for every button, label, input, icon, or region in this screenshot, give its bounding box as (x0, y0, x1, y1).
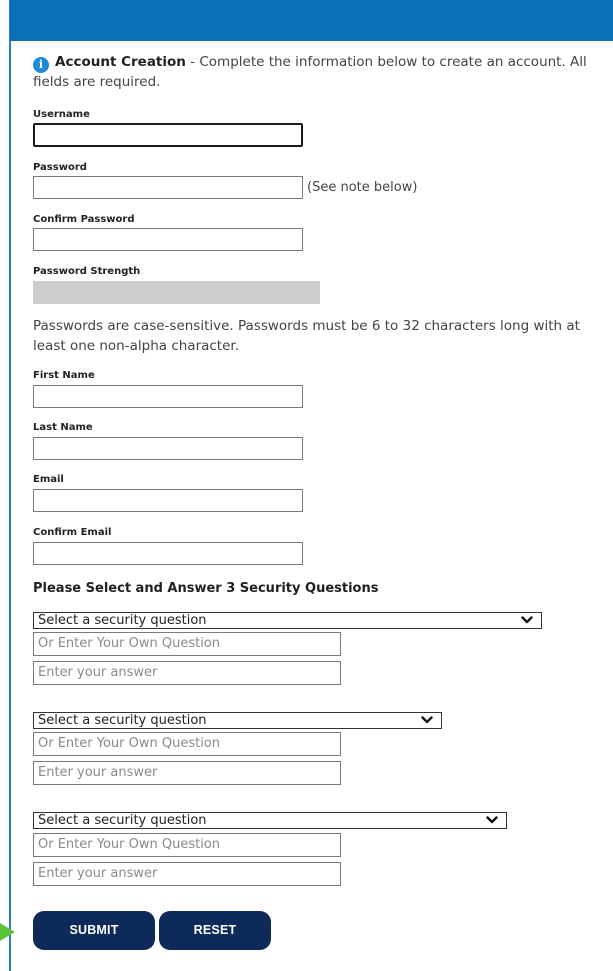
intro-title: Account Creation (55, 54, 186, 70)
confirm-password-label: Confirm Password (33, 214, 135, 225)
password-note-link: (See note below) (307, 180, 418, 195)
last-name-input[interactable] (33, 437, 303, 460)
password-label: Password (33, 162, 87, 173)
security-question-select-1-value: Select a security question (38, 613, 207, 628)
confirm-email-input[interactable] (33, 542, 303, 565)
answer-input-1[interactable]: Enter your answer (33, 661, 341, 685)
security-question-select-3[interactable]: Select a security question (33, 812, 507, 829)
password-requirements-text: Passwords are case-sensitive. Passwords … (33, 318, 580, 354)
security-question-select-2-value: Select a security question (38, 713, 207, 728)
username-input[interactable] (33, 123, 303, 147)
info-icon: i (33, 57, 49, 73)
header-bar (10, 0, 613, 41)
arrow-pointer-icon (0, 923, 15, 941)
submit-button[interactable]: SUBMIT (33, 911, 155, 950)
chevron-down-icon (486, 816, 498, 824)
password-strength-bar (33, 281, 320, 304)
reset-button[interactable]: RESET (159, 911, 271, 950)
answer-input-2[interactable]: Enter your answer (33, 761, 341, 785)
security-question-select-3-value: Select a security question (38, 813, 207, 828)
chevron-down-icon (421, 716, 433, 724)
last-name-label: Last Name (33, 422, 93, 433)
left-border (9, 0, 11, 971)
own-question-input-3[interactable]: Or Enter Your Own Question (33, 833, 341, 857)
confirm-password-input[interactable] (33, 228, 303, 251)
first-name-input[interactable] (33, 385, 303, 408)
answer-input-3[interactable]: Enter your answer (33, 862, 341, 886)
confirm-email-label: Confirm Email (33, 527, 112, 538)
email-label: Email (33, 474, 64, 485)
first-name-label: First Name (33, 370, 95, 381)
own-question-input-2[interactable]: Or Enter Your Own Question (33, 732, 341, 756)
chevron-down-icon (521, 616, 533, 624)
email-input[interactable] (33, 489, 303, 512)
own-question-input-1[interactable]: Or Enter Your Own Question (33, 632, 341, 656)
security-question-select-1[interactable]: Select a security question (33, 612, 542, 629)
password-strength-label: Password Strength (33, 266, 141, 277)
password-input[interactable] (33, 176, 303, 199)
security-question-select-2[interactable]: Select a security question (33, 712, 442, 729)
security-questions-heading: Please Select and Answer 3 Security Ques… (33, 581, 379, 596)
username-label: Username (33, 109, 90, 120)
intro-text: i Account Creation - Complete the informa… (33, 53, 603, 92)
